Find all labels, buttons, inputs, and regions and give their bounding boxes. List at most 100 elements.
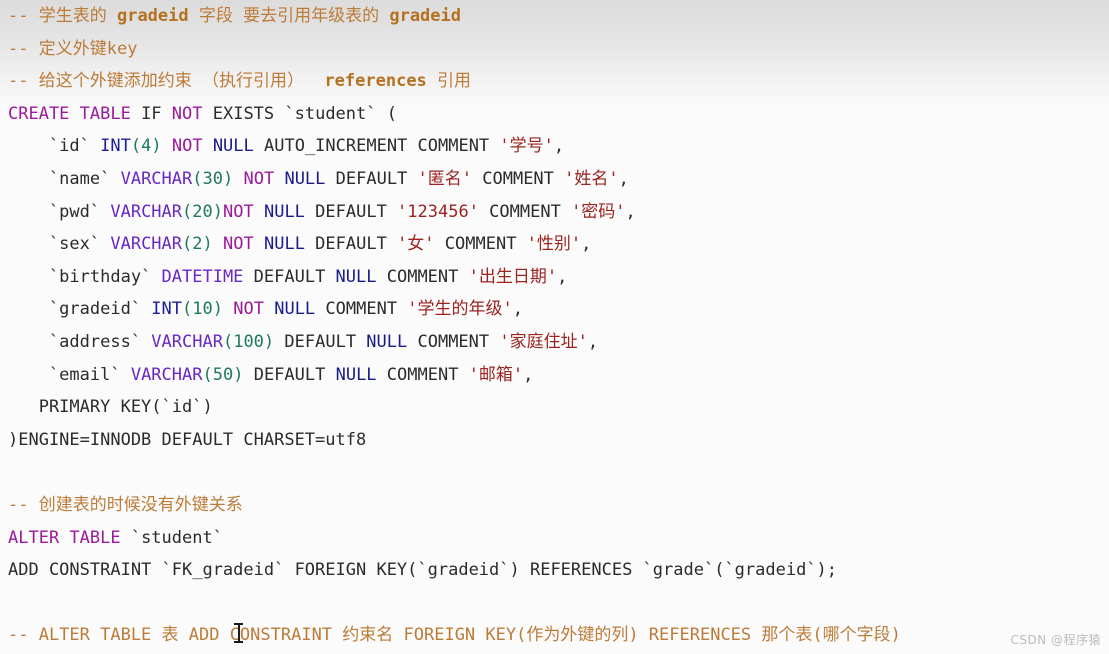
- code-token: 字段 要去引用年级表的: [188, 6, 390, 26]
- code-line[interactable]: )ENGINE=INNODB DEFAULT CHARSET=utf8: [0, 424, 1109, 457]
- code-token: COMMENT: [472, 168, 565, 189]
- code-token: ): [151, 136, 162, 157]
- code-token: ): [202, 234, 213, 255]
- code-line[interactable]: `name` VARCHAR(30) NOT NULL DEFAULT '匿名'…: [0, 163, 1109, 196]
- code-token: EXISTS `student` (: [202, 103, 397, 124]
- code-token: 定义外键key: [38, 38, 138, 59]
- code-line[interactable]: ALTER TABLE `student`: [0, 522, 1109, 555]
- code-token: DEFAULT: [243, 364, 336, 385]
- code-token: NOT: [171, 136, 203, 157]
- code-token: 2: [192, 234, 203, 255]
- code-token: NULL: [263, 234, 305, 255]
- code-token: --: [8, 494, 39, 515]
- code-token: ,: [618, 168, 629, 189]
- code-line[interactable]: -- 创建表的时候没有外键关系: [0, 489, 1109, 522]
- code-token: `student`: [120, 527, 223, 548]
- code-token: DEFAULT: [325, 168, 418, 189]
- code-editor-surface[interactable]: -- 学生表的 gradeid 字段 要去引用年级表的 gradeid -- 定义…: [0, 0, 1109, 654]
- code-line[interactable]: [0, 587, 1109, 620]
- code-line[interactable]: `gradeid` INT(10) NOT NULL COMMENT '学生的年…: [0, 293, 1109, 326]
- code-line[interactable]: -- 定义外键key: [0, 33, 1109, 66]
- code-token: DEFAULT: [304, 234, 398, 255]
- code-token: ,: [557, 266, 568, 287]
- code-line[interactable]: ADD CONSTRAINT `FK_gradeid` FOREIGN KEY(…: [0, 554, 1109, 587]
- code-token: gradeid: [116, 6, 189, 26]
- code-token: (: [182, 234, 193, 255]
- code-token: DATETIME: [161, 266, 244, 287]
- code-token: NOT: [233, 299, 264, 320]
- code-line[interactable]: PRIMARY KEY(`id`): [0, 391, 1109, 424]
- code-line[interactable]: `pwd` VARCHAR(20)NOT NULL DEFAULT '12345…: [0, 196, 1109, 229]
- code-token: 100: [233, 331, 264, 352]
- code-token: (: [192, 168, 203, 189]
- code-token: '女': [397, 234, 435, 255]
- code-token: ): [222, 168, 234, 189]
- code-line[interactable]: `email` VARCHAR(50) DEFAULT NULL COMMENT…: [0, 359, 1109, 392]
- code-token: `address`: [8, 331, 152, 352]
- code-token: `email`: [8, 364, 131, 385]
- code-token: ,: [512, 299, 524, 320]
- code-token: CREATE TABLE: [8, 103, 131, 124]
- code-token: NULL: [335, 266, 377, 287]
- code-token: )ENGINE=INNODB DEFAULT CHARSET=utf8: [8, 429, 367, 450]
- code-token: VARCHAR: [151, 331, 223, 352]
- code-token: COMMENT: [376, 266, 469, 287]
- code-token: '出生日期': [468, 266, 558, 287]
- code-token: `name`: [8, 168, 121, 189]
- code-token: ,: [587, 331, 599, 352]
- code-token: `pwd`: [8, 201, 111, 222]
- code-token: AUTO_INCREMENT COMMENT: [253, 136, 500, 157]
- code-line[interactable]: `id` INT(4) NOT NULL AUTO_INCREMENT COMM…: [0, 130, 1109, 163]
- code-line[interactable]: -- 给这个外键添加约束 （执行引用） references 引用: [0, 65, 1109, 98]
- code-token: 创建表的时候没有外键关系: [38, 494, 243, 515]
- code-token: VARCHAR: [110, 234, 183, 255]
- code-token: '密码': [571, 201, 626, 222]
- code-token: ,: [625, 201, 636, 222]
- code-token: `birthday`: [8, 266, 162, 287]
- code-token: ,: [581, 234, 592, 255]
- code-token: 20: [192, 201, 213, 222]
- code-token: 给这个外键添加约束 （执行引用）: [38, 71, 325, 92]
- code-token: (: [130, 136, 142, 157]
- code-token: NOT: [243, 168, 275, 189]
- code-line[interactable]: -- 学生表的 gradeid 字段 要去引用年级表的 gradeid: [0, 0, 1109, 33]
- code-token: DEFAULT: [304, 201, 398, 222]
- code-token: (: [222, 331, 234, 352]
- code-token: NOT: [223, 201, 254, 222]
- code-token: --: [8, 38, 39, 59]
- code-token: VARCHAR: [110, 201, 183, 222]
- code-token: DEFAULT: [243, 266, 336, 287]
- code-line[interactable]: `sex` VARCHAR(2) NOT NULL DEFAULT '女' CO…: [0, 228, 1109, 261]
- code-token: ,: [523, 364, 534, 385]
- code-token: ): [233, 364, 244, 385]
- code-token: `sex`: [8, 234, 111, 255]
- code-token: '姓名': [564, 168, 619, 189]
- code-token: ALTER TABLE: [8, 527, 121, 548]
- sql-code-block[interactable]: -- 学生表的 gradeid 字段 要去引用年级表的 gradeid -- 定义…: [0, 0, 1109, 652]
- code-token: (: [182, 299, 193, 320]
- code-line[interactable]: `address` VARCHAR(100) DEFAULT NULL COMM…: [0, 326, 1109, 359]
- code-token: '匿名': [417, 168, 473, 189]
- code-line[interactable]: CREATE TABLE IF NOT EXISTS `student` (: [0, 98, 1109, 131]
- code-line[interactable]: -- ALTER TABLE 表 ADD CONSTRAINT 约束名 FORE…: [0, 619, 1109, 652]
- code-token: COMMENT: [376, 364, 469, 385]
- code-token: `gradeid`: [8, 299, 152, 320]
- code-token: 30: [202, 168, 223, 189]
- code-token: ,: [553, 136, 565, 157]
- code-token: 50: [212, 364, 234, 385]
- code-token: '家庭住址': [499, 331, 588, 352]
- code-token: NOT: [171, 103, 203, 124]
- code-line[interactable]: `birthday` DATETIME DEFAULT NULL COMMENT…: [0, 261, 1109, 294]
- code-token: NULL: [274, 299, 316, 320]
- code-token: COMMENT: [315, 299, 408, 320]
- code-token: (: [202, 364, 213, 385]
- code-token: INT: [151, 299, 183, 320]
- code-line[interactable]: [0, 456, 1109, 489]
